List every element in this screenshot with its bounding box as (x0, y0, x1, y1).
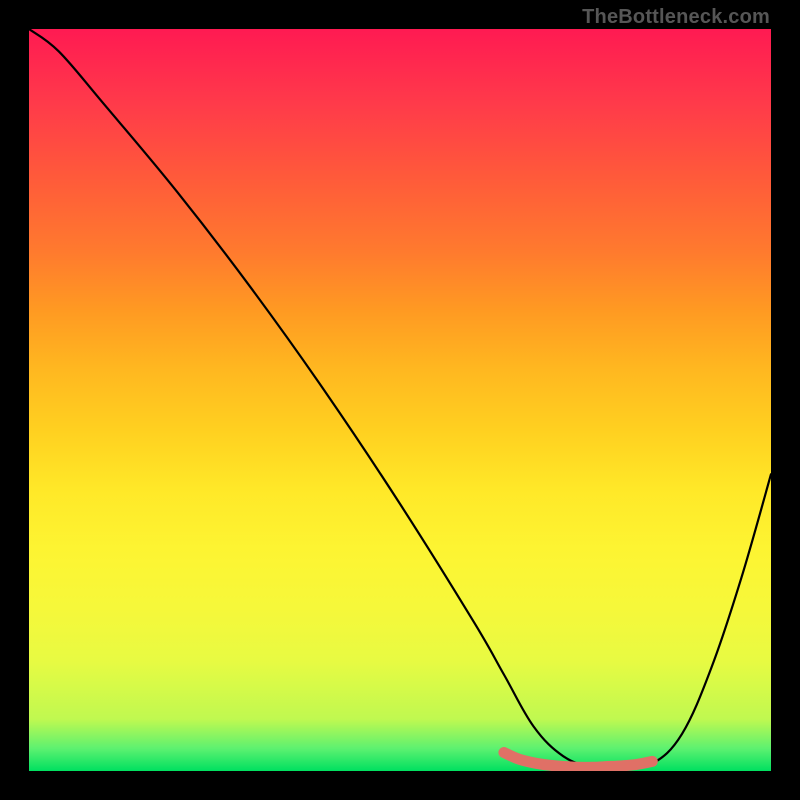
plot-area (29, 29, 771, 771)
highlight-curve (504, 753, 652, 768)
chart-canvas: TheBottleneck.com (0, 0, 800, 800)
chart-svg (29, 29, 771, 771)
main-curve (29, 29, 771, 768)
watermark-text: TheBottleneck.com (582, 6, 770, 29)
